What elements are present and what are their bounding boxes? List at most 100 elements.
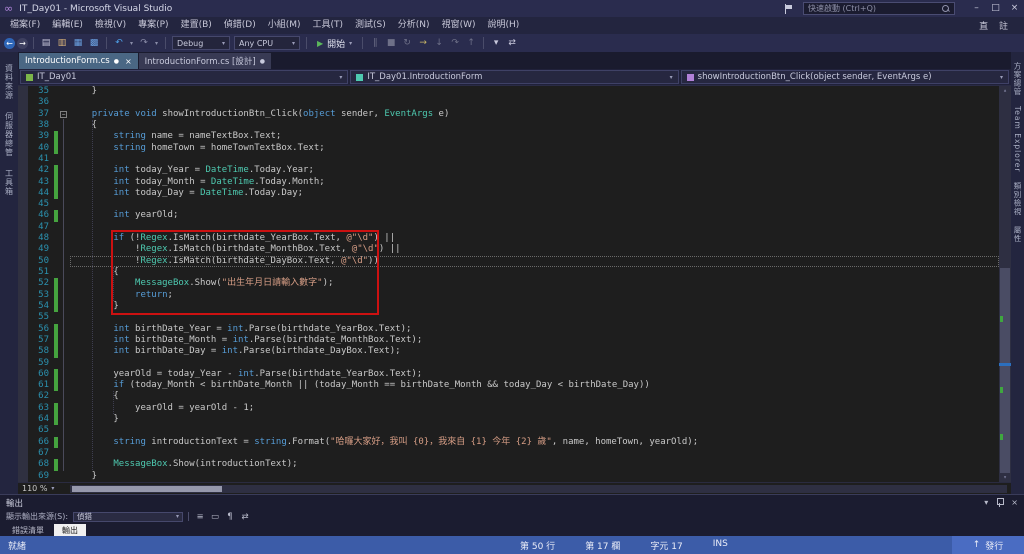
breakpoint-margin[interactable] [18,86,28,482]
menu-item[interactable]: 測試(S) [349,17,392,34]
restart-icon[interactable]: ↻ [400,35,414,51]
menu-item[interactable]: 工具(T) [307,17,350,34]
nav-back-icon[interactable]: ← [4,37,15,49]
code-line[interactable]: int birthDate_Day = int.Parse(birthdate_… [70,346,999,357]
undo-icon-chevron[interactable]: ▾ [128,40,135,47]
code-line[interactable]: string introductionText = string.Format(… [70,437,999,448]
sidebar-tab-Team Explorer[interactable]: Team Explorer [1013,106,1022,172]
code-line[interactable]: int birthDate_Year = int.Parse(birthdate… [70,324,999,335]
type-dropdown[interactable]: IT_Day01.IntroductionForm ▾ [350,70,679,84]
step-into-icon[interactable]: ↓ [432,35,446,51]
break-all-icon[interactable]: ∥ [368,35,382,51]
code-line[interactable]: yearOld = yearOld - 1; [70,403,999,414]
code-line[interactable]: int yearOld; [70,210,999,221]
sidebar-tab-屬性[interactable]: 屬性 [1012,226,1023,243]
menu-item[interactable]: 說明(H) [481,17,525,34]
code-line[interactable]: MessageBox.Show(introductionText); [70,459,999,470]
scroll-up-icon[interactable]: ▴ [999,86,1011,95]
sidebar-tab-資料來源[interactable]: 資料來源 [4,64,15,100]
maximize-button[interactable]: □ [986,0,1005,17]
redo-icon-chevron[interactable]: ▾ [153,40,160,47]
close-tab-icon[interactable]: × [123,57,132,66]
menu-item[interactable]: 檔案(F) [4,17,46,34]
code-line[interactable]: private void showIntroductionBtn_Click(o… [70,109,999,120]
menu-item[interactable]: 專案(P) [132,17,174,34]
publish-button[interactable]: ↑ 發行 [952,536,1024,554]
code-line[interactable]: string homeTown = homeTownTextBox.Text; [70,143,999,154]
platform-dropdown[interactable]: Any CPU ▾ [234,36,300,50]
notifications-flag-icon[interactable] [785,3,793,14]
sync-solution-explorer-icon[interactable]: ⇄ [505,35,519,51]
code-line[interactable] [70,97,999,108]
redo-icon[interactable]: ↷ [137,35,151,51]
code-line[interactable]: int today_Day = DateTime.Today.Day; [70,188,999,199]
window-position-icon[interactable]: ▾ [984,498,988,507]
sidebar-tab-伺服器總管[interactable]: 伺服器總管 [4,112,15,157]
step-over-icon[interactable]: ↷ [448,35,462,51]
code-line[interactable]: } [70,471,999,482]
code-line[interactable]: } [70,86,999,97]
undo-icon[interactable]: ↶ [112,35,126,51]
code-line[interactable]: int birthDate_Month = int.Parse(birthdat… [70,335,999,346]
project-dropdown[interactable]: IT_Day01 ▾ [20,70,349,84]
user-name[interactable]: 直 註 [979,19,1020,32]
new-file-icon[interactable]: ▤ [39,35,53,51]
quick-launch-search[interactable]: 快速啟動 (Ctrl+Q) [803,2,955,15]
menu-item[interactable]: 偵錯(D) [218,17,262,34]
code-line[interactable]: int today_Year = DateTime.Today.Year; [70,165,999,176]
code-line[interactable]: } [70,414,999,425]
zoom-control[interactable]: 110 % ▾ [18,484,66,493]
code-line[interactable] [70,199,999,210]
horizontal-scrollbar-thumb[interactable] [72,485,222,492]
code-editor[interactable]: 35 36 37 38 39 40 41 42 43 44 45 46 47 48 49 50 51 52 53 54… [18,86,1011,482]
start-debugging-button[interactable]: ▶ 開始 ▾ [312,35,357,51]
save-icon[interactable]: ▦ [71,35,85,51]
sidebar-tab-工具箱[interactable]: 工具箱 [4,169,15,196]
sidebar-tab-方案總管[interactable]: 方案總管 [1012,62,1023,96]
toggle-word-wrap-icon[interactable]: ¶ [224,512,236,522]
menu-item[interactable]: 建置(B) [175,17,218,34]
save-all-icon[interactable]: ▩ [87,35,101,51]
code-line[interactable]: { [70,120,999,131]
nav-forward-icon[interactable]: → [17,37,28,49]
solution-config-dropdown[interactable]: Debug ▾ [172,36,230,50]
menu-item[interactable]: 小組(M) [262,17,307,34]
step-out-icon[interactable]: ↑ [464,35,478,51]
member-dropdown[interactable]: showIntroductionBtn_Click(object sender,… [680,70,1009,84]
sidebar-tab-類別檢視[interactable]: 類別檢視 [1012,182,1023,216]
open-file-icon[interactable]: ▥ [55,35,69,51]
code-line[interactable]: yearOld = today_Year - int.Parse(birthda… [70,369,999,380]
scroll-down-icon[interactable]: ▾ [999,473,1011,482]
vertical-scrollbar-thumb[interactable] [1000,268,1010,473]
vertical-scrollbar[interactable]: ▴ ▾ [999,86,1011,482]
tab-introductionform-cs-design[interactable]: IntroductionForm.cs [設計] ● [138,53,271,69]
show-next-statement-icon[interactable]: → [416,35,430,51]
outline-collapse-icon[interactable]: − [60,111,67,118]
menu-item[interactable]: 分析(N) [392,17,436,34]
output-source-dropdown[interactable]: 偵錯 ▾ [73,511,184,522]
horizontal-scrollbar[interactable] [70,484,1007,493]
code-line[interactable]: if (today_Month < birthDate_Month || (to… [70,380,999,391]
clear-all-icon[interactable]: ▭ [209,512,221,522]
code-line[interactable]: { [70,391,999,402]
close-panel-icon[interactable]: × [1011,498,1018,507]
output-toolbar: 顯示輸出來源(S): 偵錯 ▾ ≡ ▭ ¶ ⇄ [0,510,1024,523]
find-in-files-icon[interactable]: ▾ [489,35,503,51]
menu-item[interactable]: 視窗(W) [436,17,482,34]
line-number: 37 [38,108,49,119]
code-line[interactable] [70,358,999,369]
code-line[interactable] [70,425,999,436]
output-messages-icon[interactable]: ≡ [194,512,206,522]
code-line[interactable] [70,448,999,459]
close-button[interactable]: × [1005,0,1024,17]
pin-icon[interactable] [996,498,1005,507]
code-line[interactable] [70,154,999,165]
minimize-button[interactable]: – [967,0,986,17]
code-line[interactable]: int today_Month = DateTime.Today.Month; [70,177,999,188]
menu-item[interactable]: 編輯(E) [46,17,89,34]
go-to-message-icon[interactable]: ⇄ [239,512,251,522]
menu-item[interactable]: 檢視(V) [89,17,132,34]
tab-introductionform-cs[interactable]: IntroductionForm.cs ● × [19,53,138,69]
code-line[interactable]: string name = nameTextBox.Text; [70,131,999,142]
stop-icon[interactable]: ■ [384,35,398,51]
